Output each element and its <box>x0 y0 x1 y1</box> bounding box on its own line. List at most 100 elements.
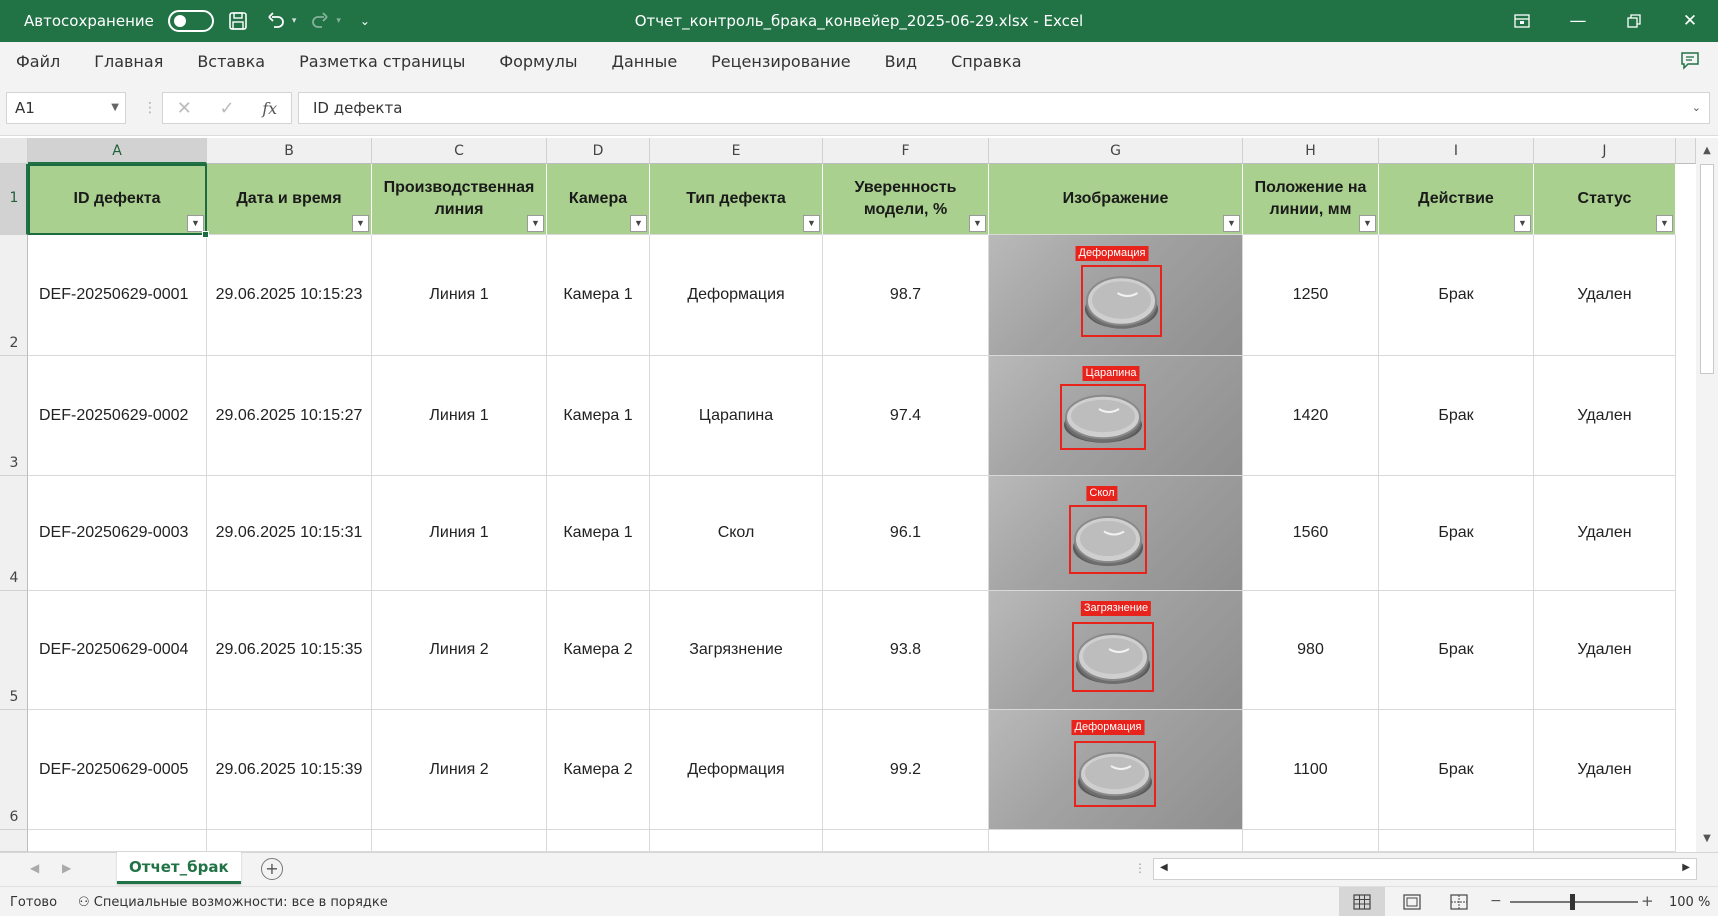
header-cell-type[interactable]: Тип дефекта ▼ <box>650 164 823 235</box>
cell-type[interactable]: Царапина <box>650 356 823 476</box>
cell-position[interactable]: 980 <box>1243 591 1379 710</box>
cell-action[interactable]: Брак <box>1379 710 1534 830</box>
filter-dropdown-icon[interactable]: ▼ <box>352 215 369 232</box>
header-cell-datetime[interactable]: Дата и время ▼ <box>207 164 372 235</box>
cell-status[interactable]: Удален <box>1534 235 1676 356</box>
column-header-a[interactable]: A <box>28 138 207 164</box>
cell-confidence[interactable]: 96.1 <box>823 476 989 591</box>
cell-action[interactable]: Брак <box>1379 356 1534 476</box>
filter-dropdown-icon[interactable]: ▼ <box>803 215 820 232</box>
cell-camera[interactable]: Камера 1 <box>547 356 650 476</box>
header-cell-image[interactable]: Изображение ▼ <box>989 164 1243 235</box>
tab-page-layout[interactable]: Разметка страницы <box>282 42 482 82</box>
column-header-e[interactable]: E <box>650 138 823 164</box>
cell-position[interactable]: 1560 <box>1243 476 1379 591</box>
cell-id[interactable]: DEF-20250629-0002 <box>28 356 207 476</box>
header-cell-id[interactable]: ID дефекта ▼ <box>28 164 207 235</box>
save-icon[interactable] <box>224 7 252 35</box>
redo-icon[interactable] <box>306 7 334 35</box>
cell-confidence[interactable]: 98.7 <box>823 235 989 356</box>
empty-cell[interactable] <box>1534 830 1676 852</box>
row-header-6[interactable]: 6 <box>0 710 28 830</box>
cell-confidence[interactable]: 93.8 <box>823 591 989 710</box>
name-box-dropdown-icon[interactable]: ▼ <box>111 93 119 123</box>
empty-cell[interactable] <box>1243 830 1379 852</box>
defect-image[interactable]: Деформация <box>989 235 1243 356</box>
header-cell-status[interactable]: Статус ▼ <box>1534 164 1676 235</box>
vertical-scrollbar[interactable]: ▲ ▼ <box>1696 138 1718 852</box>
zoom-out-icon[interactable]: − <box>1490 893 1502 909</box>
cell-id[interactable]: DEF-20250629-0004 <box>28 591 207 710</box>
cell-action[interactable]: Брак <box>1379 591 1534 710</box>
minimize-icon[interactable]: — <box>1550 0 1606 42</box>
cell-type[interactable]: Загрязнение <box>650 591 823 710</box>
header-cell-action[interactable]: Действие ▼ <box>1379 164 1534 235</box>
empty-cell[interactable] <box>823 830 989 852</box>
row-header-partial[interactable] <box>0 830 28 852</box>
tab-data[interactable]: Данные <box>594 42 694 82</box>
defect-image[interactable]: Царапина <box>989 356 1243 476</box>
insert-function-icon[interactable]: fx <box>262 99 277 118</box>
next-sheet-icon[interactable]: ▶ <box>62 861 71 875</box>
scroll-left-icon[interactable]: ◀ <box>1160 862 1168 873</box>
cell-camera[interactable]: Камера 1 <box>547 235 650 356</box>
tabs-splitter-icon[interactable]: ⋮ <box>1134 861 1146 875</box>
vertical-scroll-thumb[interactable] <box>1700 164 1714 374</box>
cell-datetime[interactable]: 29.06.2025 10:15:23 <box>207 235 372 356</box>
header-cell-confidence[interactable]: Уверенность модели, % ▼ <box>823 164 989 235</box>
cell-id[interactable]: DEF-20250629-0003 <box>28 476 207 591</box>
tab-view[interactable]: Вид <box>868 42 934 82</box>
tab-home[interactable]: Главная <box>77 42 180 82</box>
empty-cell[interactable] <box>1379 830 1534 852</box>
autosave-toggle[interactable] <box>167 10 214 32</box>
column-header-i[interactable]: I <box>1379 138 1534 164</box>
cell-action[interactable]: Брак <box>1379 476 1534 591</box>
restore-icon[interactable] <box>1606 0 1662 42</box>
tab-file[interactable]: Файл <box>0 42 77 82</box>
cell-confidence[interactable]: 99.2 <box>823 710 989 830</box>
cell-position[interactable]: 1250 <box>1243 235 1379 356</box>
empty-cell[interactable] <box>207 830 372 852</box>
select-all-corner[interactable] <box>0 138 28 164</box>
tab-review[interactable]: Рецензирование <box>694 42 867 82</box>
column-header-c[interactable]: C <box>372 138 547 164</box>
cell-line[interactable]: Линия 1 <box>372 235 547 356</box>
row-header-1[interactable]: 1 <box>0 164 28 235</box>
filter-dropdown-icon[interactable]: ▼ <box>1223 215 1240 232</box>
column-header-h[interactable]: H <box>1243 138 1379 164</box>
cell-action[interactable]: Брак <box>1379 235 1534 356</box>
defect-image[interactable]: Загрязнение <box>989 591 1243 710</box>
cell-line[interactable]: Линия 2 <box>372 591 547 710</box>
filter-dropdown-icon[interactable]: ▼ <box>1656 215 1673 232</box>
row-header-2[interactable]: 2 <box>0 235 28 356</box>
comments-icon[interactable] <box>1680 50 1704 74</box>
accessibility-status[interactable]: ⚇ Специальные возможности: все в порядке <box>78 895 388 910</box>
cell-status[interactable]: Удален <box>1534 476 1676 591</box>
cell-camera[interactable]: Камера 1 <box>547 476 650 591</box>
header-cell-position[interactable]: Положение на линии, мм ▼ <box>1243 164 1379 235</box>
cell-status[interactable]: Удален <box>1534 356 1676 476</box>
horizontal-scroll-thumb[interactable] <box>1176 862 1616 876</box>
cell-id[interactable]: DEF-20250629-0005 <box>28 710 207 830</box>
cell-position[interactable]: 1100 <box>1243 710 1379 830</box>
normal-view-icon[interactable] <box>1339 887 1385 916</box>
filter-dropdown-icon[interactable]: ▼ <box>969 215 986 232</box>
defect-image[interactable]: Скол <box>989 476 1243 591</box>
zoom-in-icon[interactable]: + <box>1641 892 1654 910</box>
row-header-4[interactable]: 4 <box>0 476 28 591</box>
column-header-d[interactable]: D <box>547 138 650 164</box>
expand-formula-icon[interactable]: ⌄ <box>1692 93 1701 123</box>
empty-cell[interactable] <box>989 830 1243 852</box>
row-header-3[interactable]: 3 <box>0 356 28 476</box>
filter-dropdown-icon[interactable]: ▼ <box>1359 215 1376 232</box>
formula-input[interactable]: ID дефекта ⌄ <box>298 92 1710 124</box>
cell-camera[interactable]: Камера 2 <box>547 591 650 710</box>
cell-datetime[interactable]: 29.06.2025 10:15:27 <box>207 356 372 476</box>
tab-help[interactable]: Справка <box>934 42 1039 82</box>
tab-formulas[interactable]: Формулы <box>482 42 594 82</box>
page-break-view-icon[interactable] <box>1436 887 1482 916</box>
column-header-g[interactable]: G <box>989 138 1243 164</box>
cell-camera[interactable]: Камера 2 <box>547 710 650 830</box>
tab-insert[interactable]: Вставка <box>180 42 282 82</box>
cell-confidence[interactable]: 97.4 <box>823 356 989 476</box>
